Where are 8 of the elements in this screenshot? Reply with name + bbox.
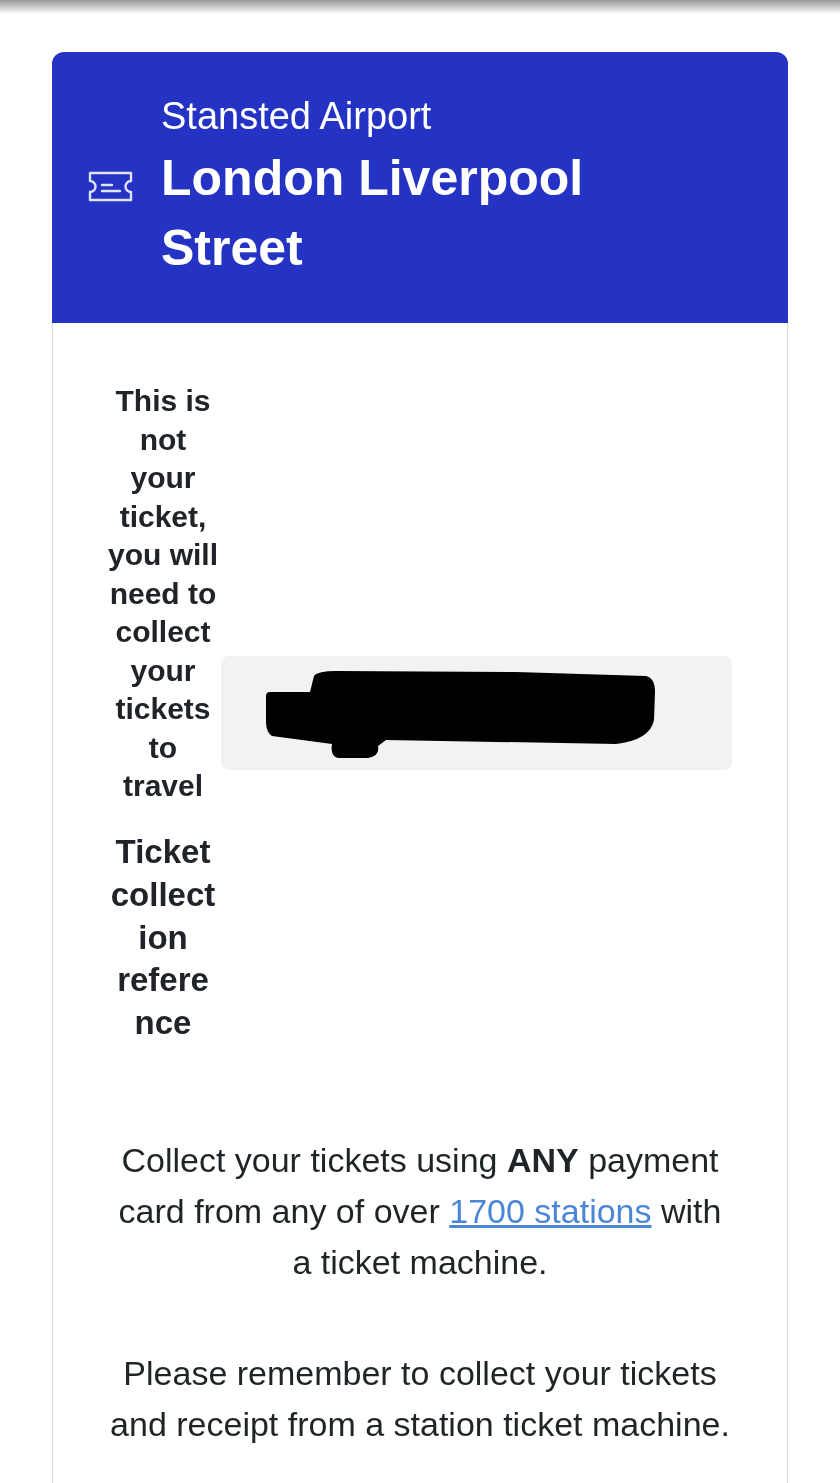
destination-station-title: London Liverpool Street: [161, 149, 585, 278]
ticket-icon: [88, 171, 133, 202]
instruction-text: Please remember to collect your tickets and receipt from a station ticket machine.: [109, 1352, 731, 1445]
stations-link[interactable]: 1700 stations: [449, 1191, 652, 1230]
notice-text: This is not your ticket, you will need to collect your tickets to travel: [108, 383, 218, 804]
origin-station-text: Stansted Airport: [161, 94, 433, 139]
reference-label: Ticket collection reference: [109, 832, 217, 1043]
instruction-text: Collect your tickets using ANY payment card from any of over 1700 stations with a ticket machine.: [117, 1139, 723, 1283]
